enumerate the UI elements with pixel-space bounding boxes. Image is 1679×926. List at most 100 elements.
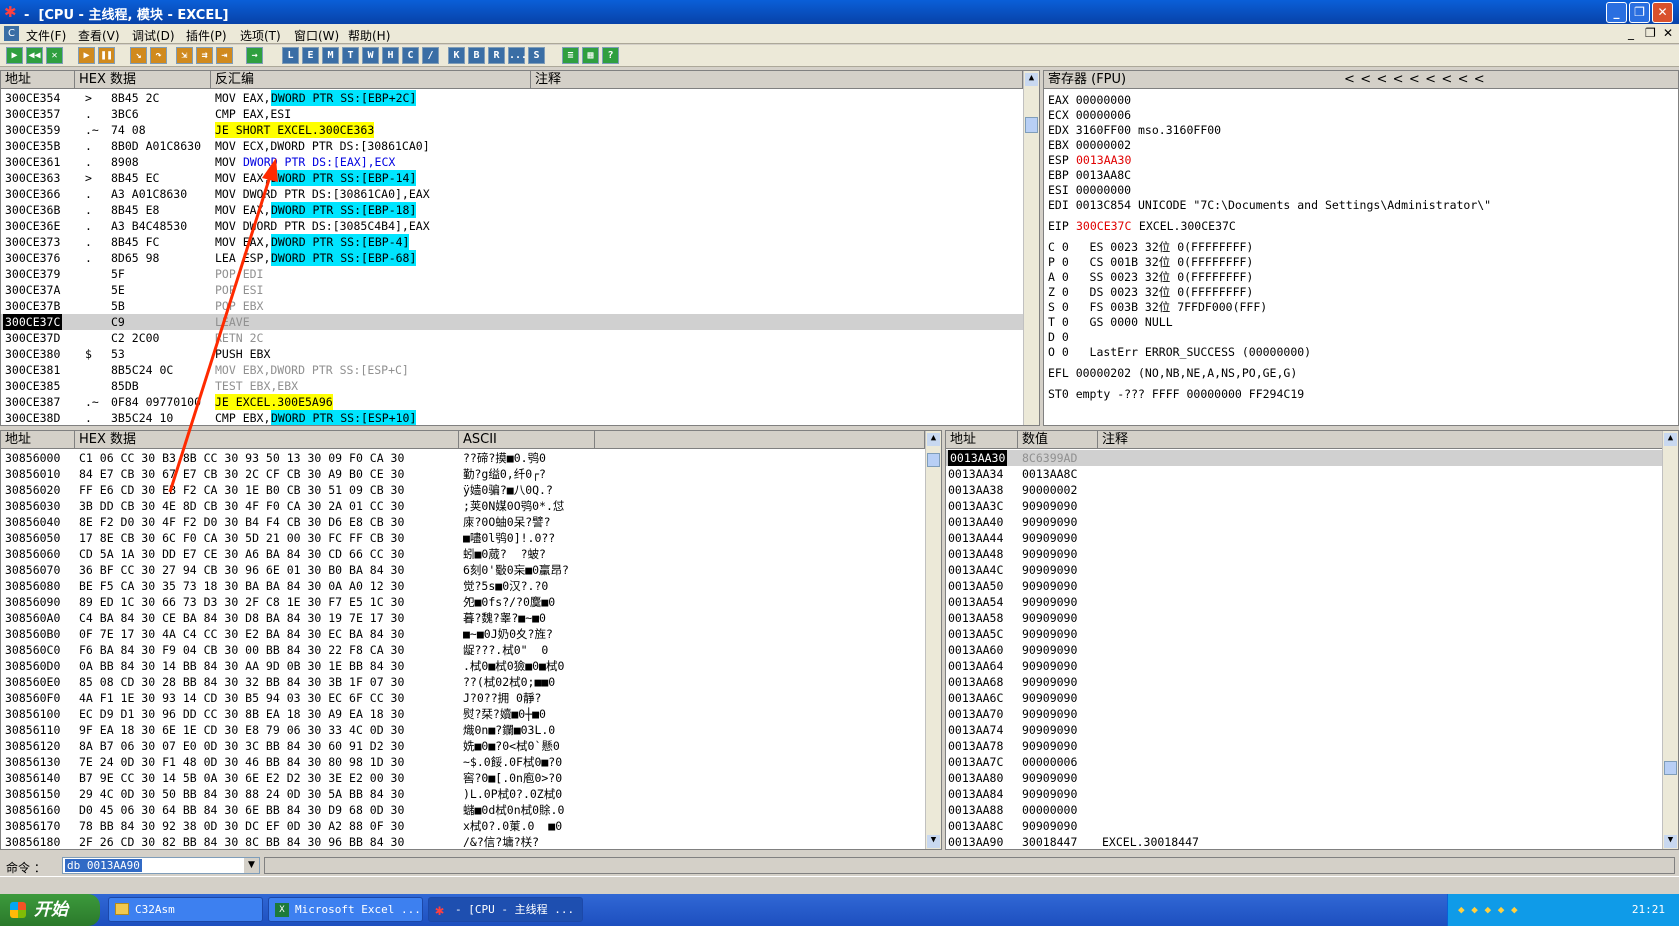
execute-till-return-icon[interactable]: ⇥ [216,47,233,64]
close-icon[interactable]: ✕ [46,47,63,64]
trace-into-icon[interactable]: ⇲ [176,47,193,64]
disasm-row[interactable]: 300CE37D C2 2C00 RETN 2C [1,330,1023,346]
dump-row[interactable]: 30856080 BE F5 CA 30 35 73 18 30 BA BA 84… [1,578,925,594]
dump-row[interactable]: 30856030 3B DD CB 30 4E 8D CB 30 4F F0 CA… [1,498,925,514]
stack-row[interactable]: 0013AA78 90909090 [946,738,1662,754]
dump-row[interactable]: 30856150 29 4C 0D 30 50 BB 84 30 88 24 0D… [1,786,925,802]
register-line[interactable]: EFL 00000202 (NO,NB,NE,A,NS,PO,GE,G) [1048,365,1668,381]
close-button[interactable]: ✕ [1652,2,1673,23]
register-line[interactable]: O 0 LastErr ERROR_SUCCESS (00000000) [1048,344,1668,360]
dump-row[interactable]: 30856090 89 ED 1C 30 66 73 D3 30 2F C8 1E… [1,594,925,610]
stack-col-value[interactable]: 数值 [1018,431,1098,449]
col-header-disassembly[interactable]: 反汇编 [211,71,531,89]
stack-row[interactable]: 0013AA7C 00000006 [946,754,1662,770]
taskbar-item-excel[interactable]: X Microsoft Excel ... [268,897,423,922]
trace-over-icon[interactable]: ⇉ [196,47,213,64]
dump-row[interactable]: 30856070 36 BF CC 30 27 94 CB 30 96 6E 01… [1,562,925,578]
toolbar-modules-button[interactable]: E [302,47,319,64]
mdi-minimize-button[interactable]: _ [1628,26,1634,40]
register-line[interactable]: EBP 0013AA8C [1048,167,1668,183]
stack-row[interactable]: 0013AA84 90909090 [946,786,1662,802]
stack-scrollbar[interactable]: ▲ ▼ [1662,431,1678,849]
menu-view[interactable]: 查看(V) [78,27,120,44]
toolbar-breakpoints-button[interactable]: B [468,47,485,64]
command-input[interactable]: db 0013AA90 ▼ [62,857,260,874]
toolbar-patches-button[interactable]: / [422,47,439,64]
register-line[interactable]: EAX 00000000 [1048,92,1668,108]
mdi-close-button[interactable]: ✕ [1663,26,1673,40]
disasm-row[interactable]: 300CE363 >8B45 EC MOV EAX, DWORD PTR SS:[EB… [1,170,1023,186]
stack-row[interactable]: 0013AA40 90909090 [946,514,1662,530]
stack-row[interactable]: 0013AA80 90909090 [946,770,1662,786]
toolbar-references-button[interactable]: R [488,47,505,64]
register-line[interactable]: ECX 00000006 [1048,107,1668,123]
start-button[interactable]: 开始 [0,894,100,926]
maximize-button[interactable]: ❐ [1629,2,1650,23]
register-line[interactable]: ESP 0013AA30 [1048,152,1668,168]
run-icon[interactable]: ▶ [78,47,95,64]
menu-window[interactable]: 窗口(W) [294,27,339,44]
disasm-row[interactable]: 300CE366. A3 A01C8630 MOV DWORD PTR DS:[30… [1,186,1023,202]
stack-row[interactable]: 0013AA68 90909090 [946,674,1662,690]
register-line[interactable]: A 0 SS 0023 32位 0(FFFFFFFF) [1048,269,1668,285]
disasm-row[interactable]: 300CE37A 5E POP ESI [1,282,1023,298]
disasm-row[interactable]: 300CE381 8B5C24 0C MOV EBX,DWORD PTR SS:[E… [1,362,1023,378]
disasm-row[interactable]: 300CE361. 8908 MOV DWORD PTR DS:[EAX],ECX [1,154,1023,170]
dump-row[interactable]: 308560A0 C4 BA 84 30 CE BA 84 30 D8 BA 84… [1,610,925,626]
toolbar-windows-button[interactable]: W [362,47,379,64]
disasm-row[interactable]: 300CE36B. 8B45 E8 MOV EAX, DWORD PTR SS:[EB… [1,202,1023,218]
register-line[interactable]: S 0 FS 003B 32位 7FFDF000(FFF) [1048,299,1668,315]
disasm-row[interactable]: 300CE37B 5B POP EBX [1,298,1023,314]
stack-row[interactable]: 0013AA3C 90909090 [946,498,1662,514]
disasm-row[interactable]: 300CE357. 3BC6 CMP EAX,ESI [1,106,1023,122]
stack-row[interactable]: 0013AA38 90000002 [946,482,1662,498]
list-icon[interactable]: ≡ [562,47,579,64]
menu-options[interactable]: 选项(T) [240,27,281,44]
dump-row[interactable]: 30856000 C1 06 CC 30 B3 8B CC 30 93 50 13… [1,450,925,466]
disasm-row[interactable]: 300CE35B. 8B0D A01C8630 MOV ECX,DWORD PTR … [1,138,1023,154]
toolbar-cpu-button[interactable]: C [402,47,419,64]
disasm-row[interactable]: 300CE380 $53 PUSH EBX [1,346,1023,362]
dump-scrollbar[interactable]: ▲ ▼ [925,431,941,849]
menu-plugins[interactable]: 插件(P) [186,27,227,44]
help-icon[interactable]: ? [602,47,619,64]
stack-col-address[interactable]: 地址 [946,431,1018,449]
dump-row[interactable]: 30856120 8A B7 06 30 07 E0 0D 30 3C BB 84… [1,738,925,754]
disasm-row[interactable]: 300CE36E. A3 B4C48530 MOV DWORD PTR DS:[30… [1,218,1023,234]
stack-row[interactable]: 0013AA54 90909090 [946,594,1662,610]
register-line[interactable]: T 0 GS 0000 NULL [1048,314,1668,330]
minimize-button[interactable]: _ [1606,2,1627,23]
register-view-arrows[interactable]: < < < < < < < < < [1344,71,1485,88]
app-icon[interactable]: ✱ [4,3,17,21]
stack-col-comment[interactable]: 注释 [1098,431,1664,449]
menu-help[interactable]: 帮助(H) [348,27,390,44]
dump-row[interactable]: 30856180 2F 26 CD 30 82 BB 84 30 8C BB 84… [1,834,925,849]
disasm-row[interactable]: 300CE354 >8B45 2C MOV EAX, DWORD PTR SS:[EB… [1,90,1023,106]
dump-row[interactable]: 30856010 84 E7 CB 30 67 E7 CB 30 2C CF CB… [1,466,925,482]
dump-row[interactable]: 308560C0 F6 BA 84 30 F9 04 CB 30 00 BB 84… [1,642,925,658]
registers-header[interactable]: 寄存器 (FPU) < < < < < < < < < [1044,71,1678,89]
disasm-row[interactable]: 300CE359 .~ 74 08 JE SHORT EXCEL.300CE363 [1,122,1023,138]
register-line[interactable]: Z 0 DS 0023 32位 0(FFFFFFFF) [1048,284,1668,300]
stack-row[interactable]: 0013AA6C 90909090 [946,690,1662,706]
dump-row[interactable]: 30856020 FF E6 CD 30 EB F2 CA 30 1E B0 CB… [1,482,925,498]
disasm-row[interactable]: 300CE376. 8D65 98 LEA ESP, DWORD PTR SS:[EB… [1,250,1023,266]
register-line[interactable]: EBX 00000002 [1048,137,1668,153]
disasm-row[interactable]: 300CE38D. 3B5C24 10 CMP EBX, DWORD PTR SS:[… [1,410,1023,425]
stack-row[interactable]: 0013AA48 90909090 [946,546,1662,562]
disasm-row[interactable]: 300CE37C C9 LEAVE [1,314,1023,330]
toolbar-memory-button[interactable]: M [322,47,339,64]
dump-col-ascii[interactable]: ASCII [459,431,595,449]
taskbar-item-debugger[interactable]: ✱ - [CPU - 主线程 ... [428,897,583,922]
stack-row[interactable]: 0013AA60 90909090 [946,642,1662,658]
disasm-row[interactable]: 300CE373. 8B45 FC MOV EAX, DWORD PTR SS:[EB… [1,234,1023,250]
stack-row[interactable]: 0013AA90 30018447 EXCEL.30018447 [946,834,1662,849]
dump-row[interactable]: 30856040 8E F2 D0 30 4F F2 D0 30 B4 F4 CB… [1,514,925,530]
register-line[interactable]: EDI 0013C854 UNICODE "7C:\Documents and … [1048,197,1668,213]
toolbar-handles-button[interactable]: H [382,47,399,64]
col-header-hex[interactable]: HEX 数据 [75,71,211,89]
dump-col-address[interactable]: 地址 [1,431,75,449]
stack-row[interactable]: 0013AA70 90909090 [946,706,1662,722]
step-into-icon[interactable]: ↘ [130,47,147,64]
dump-row[interactable]: 308560D0 0A BB 84 30 14 BB 84 30 AA 9D 0B… [1,658,925,674]
